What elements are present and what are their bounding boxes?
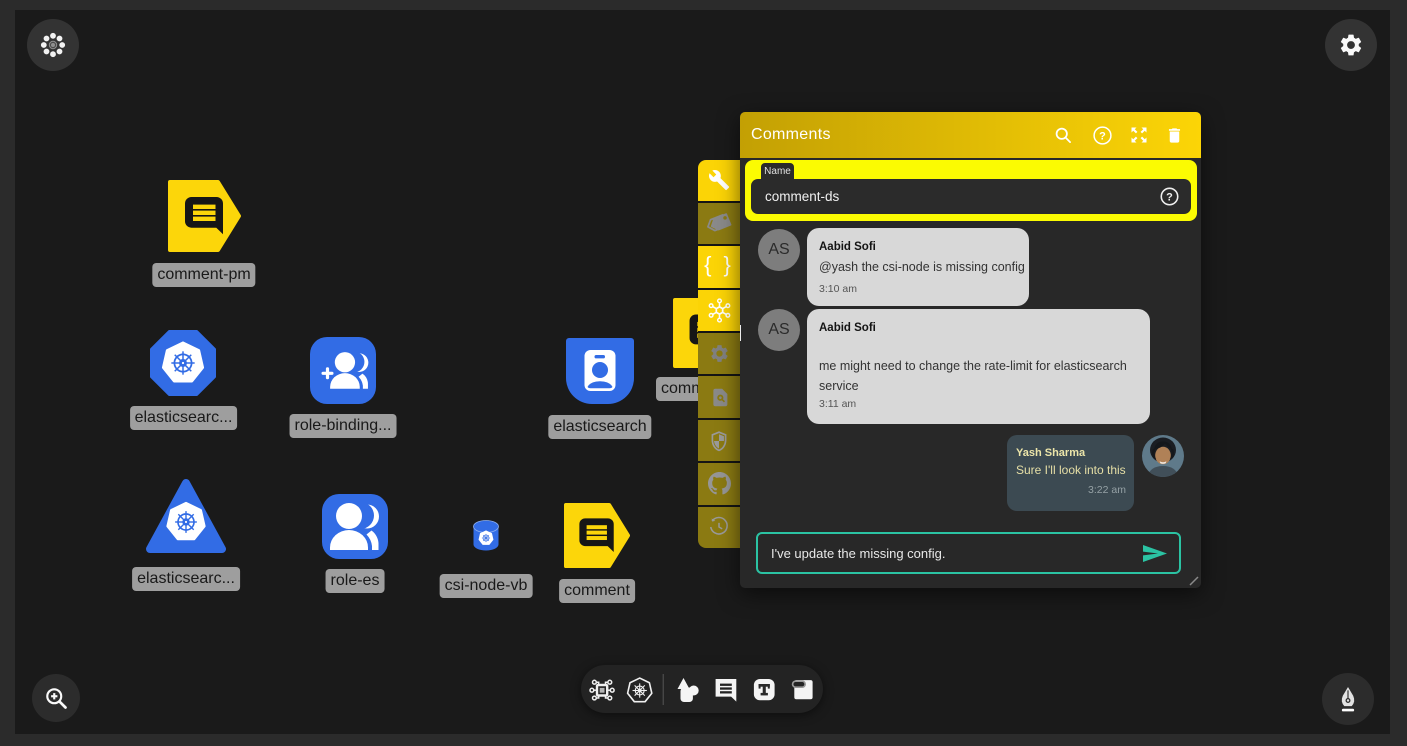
svg-text:?: ? bbox=[1166, 191, 1173, 203]
svg-text:?: ? bbox=[1099, 130, 1106, 142]
